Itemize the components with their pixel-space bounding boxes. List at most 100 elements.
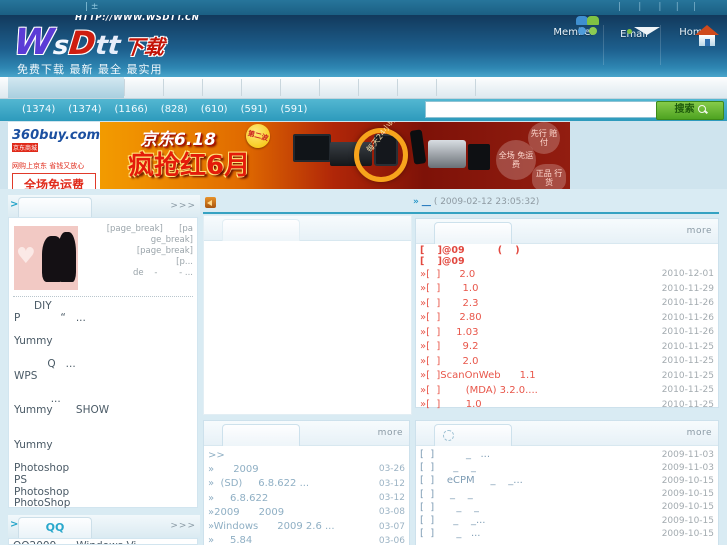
item-date: 2010-12-01 <box>661 269 714 280</box>
middle-top-box-header <box>204 216 411 241</box>
list-item: [ ] _ ... 2009-11-03 <box>420 449 714 461</box>
category-count[interactable]: (828) <box>161 104 188 115</box>
middle-bottom-box-header: more <box>204 421 409 446</box>
category-count[interactable]: (1166) <box>115 104 148 115</box>
sidebar-box1-body: ♥ [page_break] [pa ge_break] [page_break… <box>8 217 198 509</box>
list-item: »[ ] 2.80 2010-11-26 <box>420 312 714 324</box>
list-item[interactable]: Yummy <box>14 335 196 347</box>
item-date: 2009-10-15 <box>661 528 714 539</box>
member-link[interactable]: Member <box>548 16 600 38</box>
right-top-list: [ ]@09 ( ) [ ]@09 »[ ] 2.0 2010-12-01 »[ … <box>416 244 718 412</box>
middle-top-box-tab[interactable] <box>222 219 300 241</box>
search-button[interactable]: 搜索 <box>656 101 724 120</box>
list-item[interactable]: QQ2009 Windows Vi... <box>9 539 197 544</box>
list-item[interactable]: Photoshop <box>14 486 196 498</box>
search-input[interactable] <box>425 101 657 118</box>
more-link[interactable]: more <box>378 428 403 438</box>
list-item: » 5.84 03-06 <box>208 535 405 545</box>
list-item[interactable]: Yummy <box>14 439 196 451</box>
item-date: 2009-11-03 <box>661 449 714 460</box>
list-item[interactable]: PS <box>14 474 196 486</box>
list-item: »[ ] 1.03 2010-11-26 <box>420 326 714 338</box>
sidebar-box2-tab[interactable]: QQ <box>18 517 92 538</box>
category-count[interactable]: (610) <box>201 104 228 115</box>
list-item[interactable]: Photoshop <box>14 462 196 474</box>
list-item[interactable]: Yummy SHOW <box>14 404 196 416</box>
list-item: »[ ] 1.0 2010-11-25 <box>420 399 714 411</box>
heart-icon: ♥ <box>16 244 36 269</box>
right-bottom-box-header: more <box>416 421 718 446</box>
nav-selected-tab[interactable] <box>8 77 124 98</box>
list-item: »[ ] 2.3 2010-11-26 <box>420 297 714 309</box>
list-item <box>14 428 196 440</box>
list-item: »2009 2009 03-08 <box>208 506 405 518</box>
item-date: 2010-11-26 <box>661 312 714 323</box>
middle-bottom-box-tab[interactable] <box>222 424 300 446</box>
more-link[interactable]: more <box>687 226 712 236</box>
item-date: 2010-11-25 <box>661 385 714 396</box>
pinned-item[interactable]: [ ]@09 ( ) <box>420 245 714 257</box>
item-date: 2009-10-15 <box>661 515 714 526</box>
category-count[interactable]: (591) <box>241 104 268 115</box>
banner-tv-graphic <box>293 134 331 162</box>
loading-icon <box>443 430 454 441</box>
list-item: [ ] _ _... 2009-10-15 <box>420 515 714 527</box>
list-item: >> <box>208 449 225 461</box>
item-date: 2010-11-25 <box>661 370 714 381</box>
sidebar-box1-more[interactable]: >>> <box>170 201 196 211</box>
list-item[interactable]: WPS <box>14 370 196 382</box>
right-bottom-list: [ ] _ ... 2009-11-03 [ ] _ _ 2009-11-03 [ … <box>416 446 718 540</box>
list-item <box>14 381 196 393</box>
item-date: 2009-10-15 <box>661 475 714 486</box>
announcement-icon <box>205 197 216 208</box>
home-link[interactable]: Home <box>668 25 720 46</box>
announcement-link[interactable]: __ <box>422 197 431 207</box>
top-strip-right-links[interactable]: | | | | | <box>618 2 696 12</box>
list-item: »[ ] 9.2 2010-11-25 <box>420 341 714 353</box>
banner-brand-sub: 京东商城 <box>12 143 39 152</box>
site-logo[interactable]: WsDtt下载 <box>12 22 167 63</box>
top-strip-left-links[interactable]: | ± <box>85 2 98 12</box>
site-tagline: 免费下载 最新 最全 最实用 <box>17 63 163 76</box>
list-item <box>14 416 196 428</box>
list-item[interactable]: DIY <box>14 300 196 312</box>
sidebar-box1-header: > >>> <box>8 195 200 218</box>
category-count[interactable]: (591) <box>280 104 307 115</box>
list-item[interactable]: P “ ... <box>14 312 196 324</box>
category-count[interactable]: (1374) <box>22 104 55 115</box>
right-top-box-tab[interactable] <box>434 222 512 244</box>
item-date: 2010-11-26 <box>661 327 714 338</box>
list-item[interactable]: PhotoShop <box>14 497 196 509</box>
ad-banner[interactable]: 360buy.com京东商城 网购上京东 省钱又放心 全场免运费 京东6.18 … <box>8 122 570 189</box>
list-item[interactable]: Q ... <box>14 358 196 370</box>
dotted-divider <box>13 296 193 297</box>
sidebar-article-list: DIY P “ ... Yummy Q ... WPS ... Yummy SH… <box>14 300 196 509</box>
item-date: 03-08 <box>378 507 405 518</box>
category-count-bar: (1374) (1374) (1166) (828) (610) (591) (591) 搜… <box>0 99 727 121</box>
category-count[interactable]: (1374) <box>68 104 101 115</box>
email-link[interactable]: Email <box>608 27 660 40</box>
list-item: »[ ] 2.0 2010-12-01 <box>420 268 714 280</box>
sidebar-box1-tab[interactable] <box>18 197 92 218</box>
list-item: »[ ] (MDA) 3.2.0.... 2010-11-25 <box>420 384 714 396</box>
item-date: 03-07 <box>378 521 405 532</box>
list-item: »Windows 2009 2.6 ... 03-07 <box>208 521 405 533</box>
item-date: 2009-10-15 <box>661 502 714 513</box>
banner-bubble: 正品 行货 <box>532 164 566 189</box>
list-item: » (SD) 6.8.622 ... 03-12 <box>208 478 405 490</box>
item-date: 03-12 <box>378 493 405 504</box>
site-header: HTTP://WWW.WSDTT.CN WsDtt下载 免费下载 最新 最全 最… <box>0 15 727 77</box>
sidebar-box2-more[interactable]: >>> <box>170 521 196 531</box>
page: | ± | | | | | HTTP://WWW.WSDTT.CN WsDtt下… <box>0 0 727 545</box>
more-link[interactable]: more <box>687 428 712 438</box>
list-item[interactable]: ... <box>14 393 196 405</box>
featured-text[interactable]: [page_break] [pa ge_break] [page_break] … <box>81 224 193 279</box>
logo-cn-text: 下载 <box>122 35 166 59</box>
pinned-item[interactable]: [ ]@09 <box>420 256 714 268</box>
header-divider <box>603 25 604 65</box>
item-date: 2010-11-26 <box>661 298 714 309</box>
banner-brand-promo: 全场免运费 <box>12 173 96 189</box>
featured-thumbnail[interactable]: ♥ <box>14 226 78 290</box>
list-item <box>14 346 196 358</box>
right-bottom-box-tab[interactable] <box>434 424 512 446</box>
